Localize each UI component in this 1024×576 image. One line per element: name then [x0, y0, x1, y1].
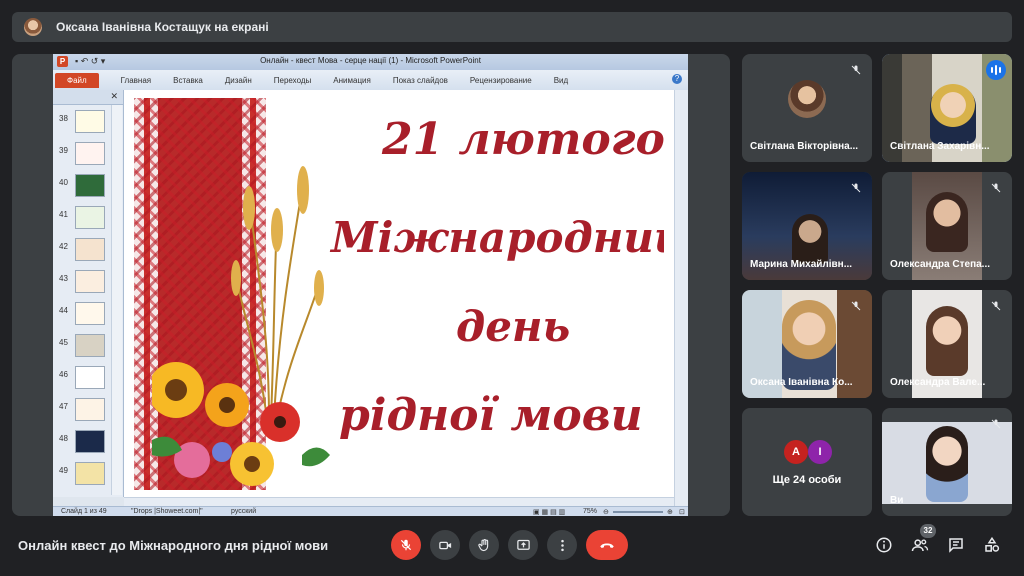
- help-icon[interactable]: ?: [672, 74, 682, 84]
- slide-title-line-2: Міжнародний: [331, 213, 664, 262]
- ppt-file-tab[interactable]: Файл: [55, 72, 99, 88]
- meeting-title: Онлайн квест до Міжнародного дня рідної …: [18, 538, 329, 553]
- participant-tile-active-speaker[interactable]: Світлана Захарівн...: [882, 54, 1012, 162]
- participant-tile[interactable]: Олександра Вале...: [882, 290, 1012, 398]
- participant-name: Світлана Вікторівна...: [750, 141, 859, 152]
- slide-thumbnail[interactable]: 46: [53, 364, 113, 390]
- more-participants-tile[interactable]: А І Ще 24 особи: [742, 408, 872, 516]
- ppt-tab-insert[interactable]: Вставка: [173, 76, 203, 85]
- participant-name: Ви: [890, 495, 904, 506]
- mic-off-icon: [848, 298, 864, 314]
- participant-name: Світлана Захарівн...: [890, 141, 990, 152]
- speaking-indicator-icon: [986, 60, 1006, 80]
- presenter-avatar: [24, 18, 42, 36]
- participant-name: Олександра Вале...: [890, 377, 986, 388]
- more-participants-label: Ще 24 особи: [772, 474, 842, 486]
- raise-hand-icon: [477, 538, 488, 551]
- participant-tile[interactable]: Олександра Степа...: [882, 172, 1012, 280]
- hangup-button[interactable]: [586, 530, 628, 560]
- meeting-details-button[interactable]: [873, 534, 895, 556]
- status-theme: "Drops |Showeet.com|": [131, 508, 203, 515]
- mic-off-icon: [848, 62, 864, 78]
- fit-slide-icon[interactable]: ⊡: [679, 508, 685, 516]
- ppt-tab-slideshow[interactable]: Показ слайдов: [393, 76, 448, 85]
- ppt-tab-transitions[interactable]: Переходы: [274, 76, 312, 85]
- present-screen-button[interactable]: [508, 530, 538, 560]
- slide-thumbnail[interactable]: 47: [53, 396, 113, 422]
- participant-name: Оксана Іванівна Ко...: [750, 377, 853, 388]
- slide-title-line-4: рідної мови: [339, 390, 643, 441]
- slide-editing-area: 21 лютого - Міжнародний день рідної мови: [124, 90, 674, 497]
- ppt-tab-view[interactable]: Вид: [554, 76, 568, 85]
- people-count-badge: 32: [920, 524, 936, 538]
- raise-hand-button[interactable]: [469, 530, 499, 560]
- slide-thumbnail[interactable]: 38: [53, 108, 113, 134]
- participant-tile[interactable]: Марина Михайлівн...: [742, 172, 872, 280]
- flowers-illustration: [152, 362, 330, 486]
- activities-button[interactable]: [981, 534, 1003, 556]
- participant-avatar: І: [808, 440, 832, 464]
- ppt-tab-review[interactable]: Рецензирование: [470, 76, 532, 85]
- more-vert-icon: [560, 539, 564, 551]
- presenter-bar: Оксана Іванівна Костащук на екрані: [12, 12, 1012, 42]
- presenter-text: Оксана Іванівна Костащук на екрані: [56, 20, 269, 34]
- people-icon: [911, 539, 929, 552]
- ppt-status-bar: Слайд 1 из 49 "Drops |Showeet.com|" русс…: [53, 506, 688, 516]
- slide-thumbnail[interactable]: 48: [53, 428, 113, 454]
- more-options-button[interactable]: [547, 530, 577, 560]
- current-slide[interactable]: 21 лютого - Міжнародний день рідної мови: [134, 98, 664, 490]
- participant-name: Марина Михайлівн...: [750, 259, 853, 270]
- zoom-out-icon[interactable]: ⊖: [603, 508, 609, 516]
- slide-thumbnail[interactable]: 40: [53, 172, 113, 198]
- mic-toggle-button[interactable]: [391, 530, 421, 560]
- mic-off-icon: [988, 298, 1004, 314]
- ppt-tab-animation[interactable]: Анимация: [333, 76, 371, 85]
- slide-title-line-1: 21 лютого -: [382, 114, 664, 165]
- view-buttons-icon[interactable]: ▣ ▦ ▤ ▥: [533, 508, 565, 516]
- participant-tile[interactable]: Оксана Іванівна Ко...: [742, 290, 872, 398]
- zoom-in-icon[interactable]: ⊕: [667, 508, 673, 516]
- slides-pane-header: ✕: [53, 90, 123, 105]
- close-pane-icon[interactable]: ✕: [110, 91, 118, 102]
- mic-off-icon: [400, 539, 412, 551]
- participant-avatar: А: [784, 440, 808, 464]
- present-screen-icon: [516, 539, 530, 550]
- slide-title-line-3: день: [456, 302, 571, 351]
- info-icon: [876, 537, 892, 553]
- ppt-tab-design[interactable]: Дизайн: [225, 76, 252, 85]
- participant-tile[interactable]: Світлана Вікторівна...: [742, 54, 872, 162]
- mic-off-icon: [848, 180, 864, 196]
- slide-thumbnail[interactable]: 39: [53, 140, 113, 166]
- slide-thumbnail[interactable]: 41: [53, 204, 113, 230]
- ppt-ribbon: Файл Главная Вставка Дизайн Переходы Ани…: [53, 70, 688, 91]
- zoom-slider[interactable]: [613, 511, 663, 513]
- hangup-icon: [600, 543, 614, 548]
- chat-icon: [949, 538, 963, 553]
- slides-pane: ✕ 38 39 40 41 42 43 44 45 46 47 48 49: [53, 90, 124, 497]
- status-zoom: 75%: [583, 508, 598, 515]
- ppt-window-title: Онлайн - квест Мова - серце нації (1) - …: [260, 56, 481, 65]
- slide-thumbnail[interactable]: 42: [53, 236, 113, 262]
- self-view-tile[interactable]: Ви: [882, 408, 1012, 516]
- mic-off-icon: [988, 416, 1004, 432]
- participant-avatar: [788, 80, 826, 118]
- mic-off-icon: [988, 180, 1004, 196]
- slide-thumbnail[interactable]: 49: [53, 460, 113, 486]
- camera-toggle-button[interactable]: [430, 530, 460, 560]
- ppt-title-bar: P ▪ ↶ ↺ ▾ Онлайн - квест Мова - серце на…: [53, 54, 688, 70]
- chat-button[interactable]: [945, 534, 967, 556]
- activities-icon: [985, 536, 1000, 552]
- slide-thumbnail[interactable]: 43: [53, 268, 113, 294]
- slides-pane-scrollbar[interactable]: [111, 105, 122, 495]
- camera-icon: [438, 541, 451, 549]
- ppt-tab-home[interactable]: Главная: [121, 76, 151, 85]
- participant-name: Олександра Степа...: [890, 259, 990, 270]
- status-language: русский: [231, 508, 257, 515]
- slide-thumbnail[interactable]: 44: [53, 300, 113, 326]
- slide-thumbnail[interactable]: 45: [53, 332, 113, 358]
- powerpoint-window: P ▪ ↶ ↺ ▾ Онлайн - квест Мова - серце на…: [53, 54, 688, 516]
- status-slide-info: Слайд 1 из 49: [61, 508, 107, 515]
- slide-vertical-scrollbar[interactable]: [674, 90, 688, 506]
